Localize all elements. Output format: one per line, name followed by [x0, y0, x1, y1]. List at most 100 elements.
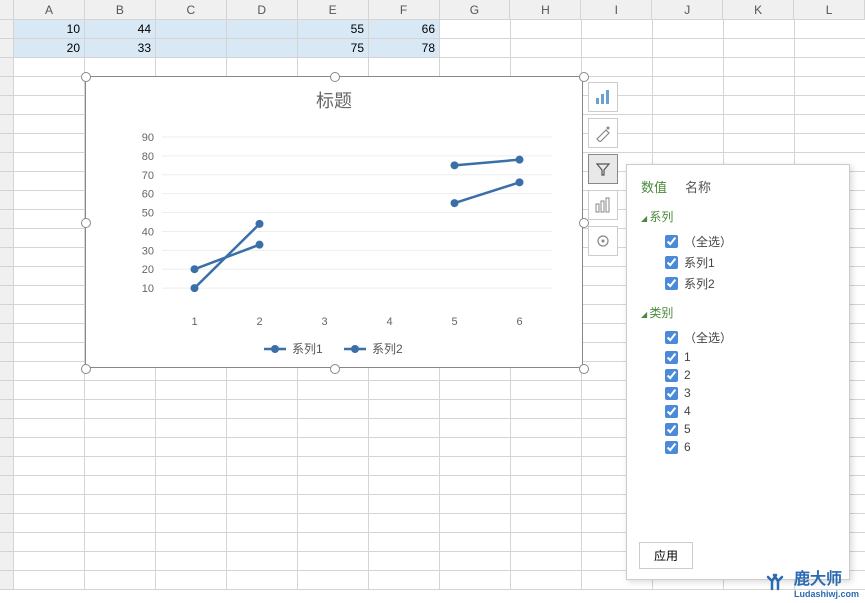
- cell[interactable]: [14, 96, 85, 115]
- cell[interactable]: [511, 476, 582, 495]
- row-header[interactable]: [0, 229, 14, 248]
- col-header-B[interactable]: B: [85, 0, 156, 20]
- filter-item[interactable]: 1: [641, 348, 841, 366]
- cell[interactable]: [227, 533, 298, 552]
- chart-data-button[interactable]: [588, 190, 618, 220]
- cell[interactable]: [14, 381, 85, 400]
- cell[interactable]: [14, 533, 85, 552]
- cell[interactable]: [227, 58, 298, 77]
- cell[interactable]: [511, 419, 582, 438]
- row-header[interactable]: [0, 172, 14, 191]
- row-header[interactable]: [0, 134, 14, 153]
- cell[interactable]: [227, 571, 298, 590]
- cell[interactable]: 33: [85, 39, 156, 58]
- cell[interactable]: [795, 58, 865, 77]
- col-header-A[interactable]: A: [14, 0, 85, 20]
- apply-button[interactable]: 应用: [639, 542, 693, 569]
- cell[interactable]: [14, 134, 85, 153]
- cell[interactable]: [14, 286, 85, 305]
- cell[interactable]: [14, 267, 85, 286]
- cell[interactable]: [14, 552, 85, 571]
- cell[interactable]: [724, 134, 795, 153]
- cell[interactable]: [156, 58, 227, 77]
- cell[interactable]: [227, 476, 298, 495]
- row-header[interactable]: [0, 495, 14, 514]
- col-header-F[interactable]: F: [369, 0, 440, 20]
- cell[interactable]: [511, 552, 582, 571]
- cell[interactable]: 75: [298, 39, 369, 58]
- cell[interactable]: [156, 419, 227, 438]
- row-header[interactable]: [0, 343, 14, 362]
- chart-settings-button[interactable]: [588, 226, 618, 256]
- filter-item[interactable]: 5: [641, 420, 841, 438]
- col-header-D[interactable]: D: [227, 0, 298, 20]
- cell[interactable]: [298, 476, 369, 495]
- cell[interactable]: [440, 381, 511, 400]
- cell[interactable]: [511, 400, 582, 419]
- cell[interactable]: [653, 134, 724, 153]
- cell[interactable]: [85, 495, 156, 514]
- cell[interactable]: [795, 77, 865, 96]
- cell[interactable]: [369, 381, 440, 400]
- row-header[interactable]: [0, 20, 14, 39]
- cell[interactable]: [85, 457, 156, 476]
- cell[interactable]: [511, 58, 582, 77]
- filter-checkbox[interactable]: [665, 277, 678, 290]
- row-header[interactable]: [0, 381, 14, 400]
- cell[interactable]: [440, 20, 511, 39]
- col-header-C[interactable]: C: [156, 0, 227, 20]
- cell[interactable]: [440, 495, 511, 514]
- row-header[interactable]: [0, 533, 14, 552]
- cell[interactable]: [795, 96, 865, 115]
- cell[interactable]: [85, 476, 156, 495]
- cell[interactable]: [440, 58, 511, 77]
- cell[interactable]: 78: [369, 39, 440, 58]
- cell[interactable]: [511, 457, 582, 476]
- cell[interactable]: [369, 438, 440, 457]
- cell[interactable]: [156, 39, 227, 58]
- cell[interactable]: [85, 438, 156, 457]
- cell[interactable]: [227, 457, 298, 476]
- cell[interactable]: [227, 438, 298, 457]
- chart-filters-button[interactable]: [588, 154, 618, 184]
- row-header[interactable]: [0, 210, 14, 229]
- cell[interactable]: [156, 381, 227, 400]
- row-header[interactable]: [0, 362, 14, 381]
- cell[interactable]: [511, 20, 582, 39]
- filter-section-series[interactable]: 系列: [641, 208, 841, 225]
- cell[interactable]: [440, 400, 511, 419]
- cell[interactable]: [440, 571, 511, 590]
- cell[interactable]: [14, 400, 85, 419]
- cell[interactable]: [156, 400, 227, 419]
- row-header[interactable]: [0, 77, 14, 96]
- cell[interactable]: [14, 495, 85, 514]
- cell[interactable]: [724, 20, 795, 39]
- cell[interactable]: [85, 400, 156, 419]
- filter-checkbox[interactable]: [665, 351, 678, 364]
- cell[interactable]: [369, 419, 440, 438]
- resize-handle[interactable]: [330, 364, 340, 374]
- cell[interactable]: [440, 457, 511, 476]
- filter-checkbox[interactable]: [665, 331, 678, 344]
- cell[interactable]: [298, 571, 369, 590]
- cell[interactable]: [227, 552, 298, 571]
- cell[interactable]: [653, 77, 724, 96]
- resize-handle[interactable]: [579, 364, 589, 374]
- cell[interactable]: [511, 381, 582, 400]
- cell[interactable]: [14, 324, 85, 343]
- cell[interactable]: [85, 533, 156, 552]
- cell[interactable]: 44: [85, 20, 156, 39]
- filter-checkbox[interactable]: [665, 369, 678, 382]
- filter-checkbox[interactable]: [665, 405, 678, 418]
- filter-checkbox[interactable]: [665, 387, 678, 400]
- cell[interactable]: [511, 495, 582, 514]
- cell[interactable]: [369, 58, 440, 77]
- cell[interactable]: [298, 438, 369, 457]
- cell[interactable]: [369, 571, 440, 590]
- cell[interactable]: [14, 172, 85, 191]
- filter-item[interactable]: 6: [641, 438, 841, 456]
- row-header[interactable]: [0, 267, 14, 286]
- chart-elements-button[interactable]: [588, 82, 618, 112]
- cell[interactable]: [14, 305, 85, 324]
- cell[interactable]: [440, 552, 511, 571]
